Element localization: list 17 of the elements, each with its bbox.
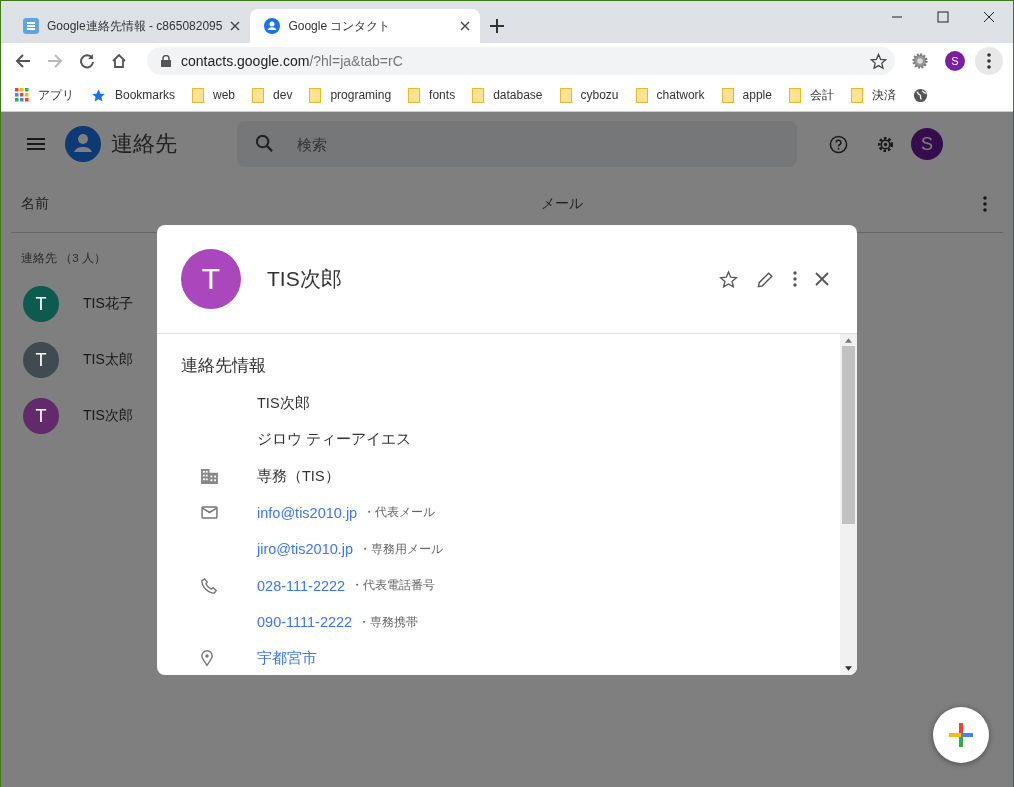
field-label: ・代表メール <box>363 504 436 522</box>
contact-avatar: T <box>23 398 59 434</box>
field-label: ・専務用メール <box>359 540 444 558</box>
section-title: 連絡先情報 <box>181 355 267 377</box>
field-value: 専務（TIS） <box>257 466 340 486</box>
column-header: 名前 <box>21 195 50 213</box>
contact-avatar: T <box>23 286 59 322</box>
field-value: TIS次郎 <box>257 393 310 413</box>
field-label: ・代表電話番号 <box>351 577 436 595</box>
app-title: 連絡先 <box>111 130 177 158</box>
contact-avatar: T <box>23 342 59 378</box>
contact-avatar: T <box>181 249 241 309</box>
field-value: ジロウ ティーアイエス <box>257 430 412 450</box>
field-label: ・専務携帯 <box>358 613 419 631</box>
group-label: 連絡先 （3 人） <box>20 251 107 266</box>
column-header: メール <box>541 195 584 213</box>
contact-name: TIS次郎 <box>267 266 343 292</box>
